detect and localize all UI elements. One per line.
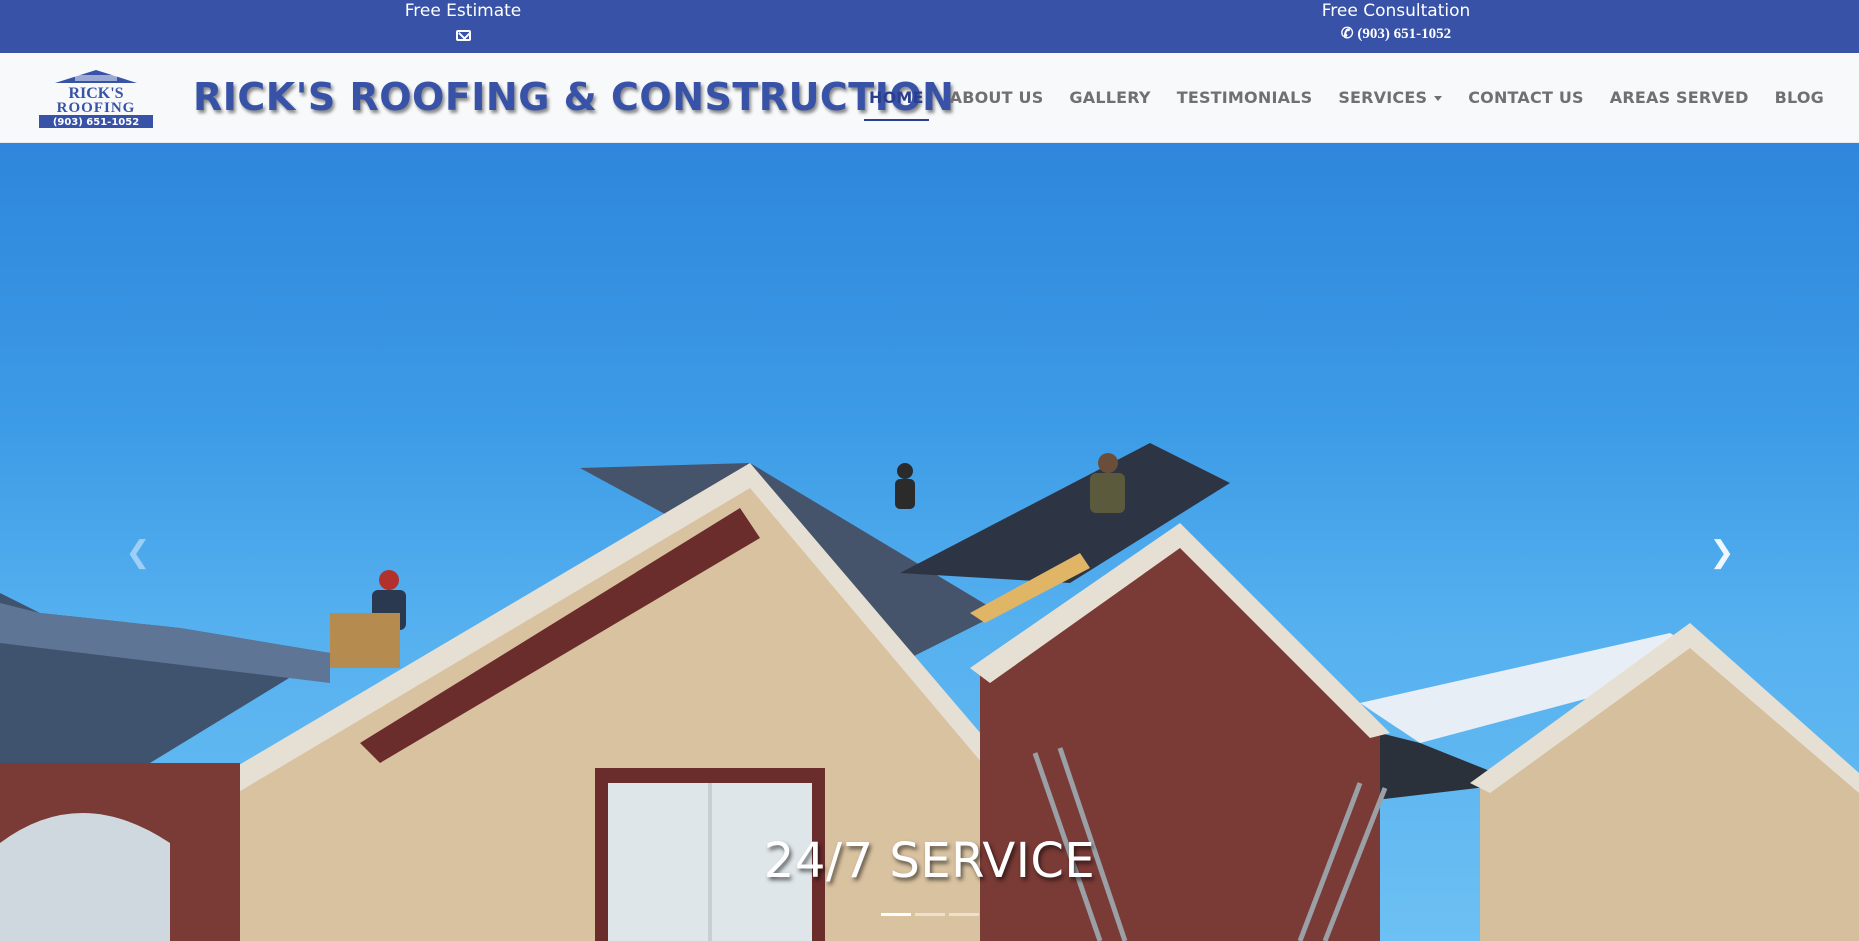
brand-title[interactable]: RICK'S ROOFING & CONSTRUCTION — [193, 69, 954, 125]
nav-testimonials[interactable]: TESTIMONIALS — [1164, 77, 1326, 119]
free-consultation-label[interactable]: Free Consultation — [1276, 0, 1516, 22]
logo-phone: (903) 651-1052 — [53, 117, 139, 128]
carousel-indicator-1[interactable] — [880, 913, 911, 916]
phone-number[interactable]: (903) 651-1052 — [1357, 26, 1451, 42]
logo-line2: ROOFING — [57, 100, 136, 116]
top-info-bar: Free Estimate Free Consultation ✆ (903) 6… — [0, 0, 1859, 53]
free-estimate-block[interactable]: Free Estimate — [343, 0, 583, 46]
phone-icon: ✆ — [1340, 26, 1354, 42]
free-consultation-block[interactable]: Free Consultation ✆ (903) 651-1052 — [1276, 0, 1516, 46]
main-nav: HOME ABOUT US GALLERY TESTIMONIALS SERVI… — [856, 53, 1837, 143]
nav-about-us[interactable]: ABOUT US — [937, 77, 1057, 119]
hero-carousel: ❮ ❯ 24/7 SERVICE — [0, 143, 1859, 941]
nav-services[interactable]: SERVICES — [1325, 77, 1455, 119]
site-logo[interactable]: RICK'S ROOFING (903) 651-1052 — [35, 69, 157, 129]
free-estimate-label[interactable]: Free Estimate — [343, 0, 583, 22]
chevron-left-icon[interactable]: ❮ — [108, 523, 168, 583]
carousel-indicator-3[interactable] — [948, 913, 979, 916]
carousel-indicator-2[interactable] — [914, 913, 945, 916]
main-navbar: RICK'S ROOFING (903) 651-1052 RICK'S ROO… — [0, 53, 1859, 143]
chevron-right-icon[interactable]: ❯ — [1692, 523, 1752, 583]
hero-image — [0, 443, 1859, 941]
nav-gallery[interactable]: GALLERY — [1056, 77, 1163, 119]
chevron-down-icon — [1434, 96, 1443, 101]
nav-contact-us[interactable]: CONTACT US — [1455, 77, 1597, 119]
carousel-indicators — [0, 913, 1859, 916]
nav-home[interactable]: HOME — [856, 77, 937, 121]
nav-areas-served[interactable]: AREAS SERVED — [1597, 77, 1762, 119]
envelope-icon[interactable] — [455, 30, 471, 42]
hero-caption: 24/7 SERVICE — [763, 833, 1096, 889]
logo-graphic: RICK'S ROOFING (903) 651-1052 — [39, 70, 153, 128]
nav-blog[interactable]: BLOG — [1762, 77, 1837, 119]
